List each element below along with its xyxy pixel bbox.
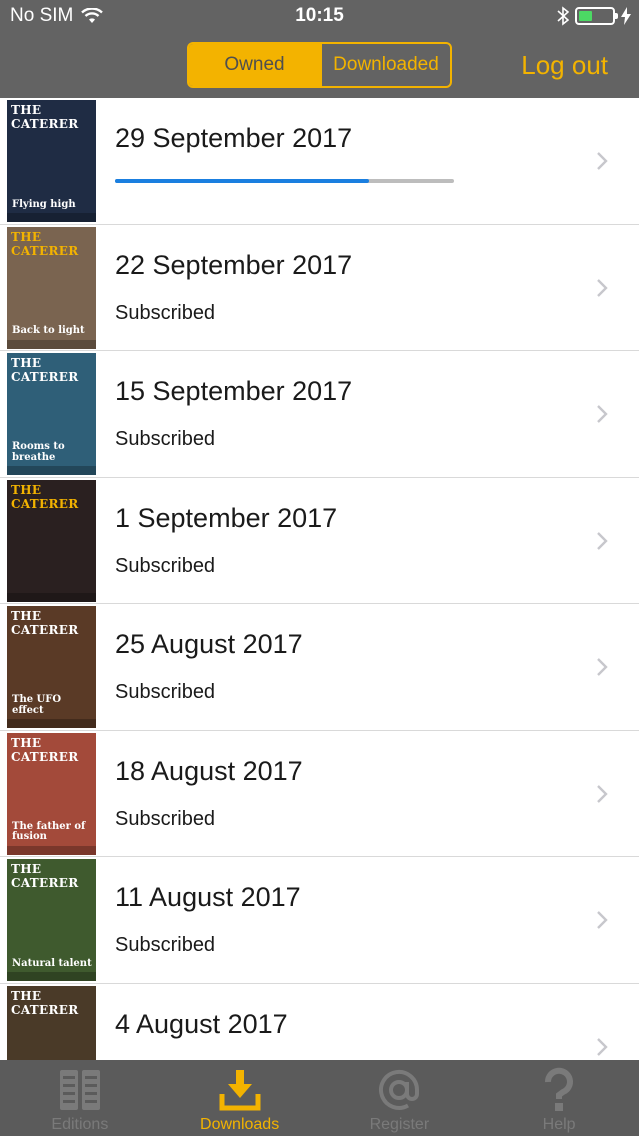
download-progress-bar <box>115 179 454 183</box>
status-bar: No SIM 10:15 <box>0 0 639 34</box>
edition-date: 4 August 2017 <box>115 1008 288 1039</box>
edition-date: 18 August 2017 <box>115 755 303 786</box>
charging-bolt-icon <box>621 7 631 25</box>
chevron-right-icon <box>597 152 608 170</box>
tab-editions[interactable]: Editions <box>0 1060 160 1136</box>
edition-status: Subscribed <box>115 301 216 324</box>
cover-headline: Back to light <box>12 325 85 336</box>
tab-label: Help <box>542 1116 576 1133</box>
cover-headline: The father of fusion <box>12 820 86 842</box>
edition-date: 15 September 2017 <box>115 376 353 406</box>
edition-status: Subscribed <box>115 681 216 703</box>
battery-icon <box>575 7 618 25</box>
cover-footer-band <box>7 845 96 855</box>
editions-icon <box>59 1070 100 1110</box>
tab-help[interactable]: Help <box>479 1060 639 1136</box>
edition-status: Subscribed <box>115 428 216 450</box>
tab-downloads[interactable]: Downloads <box>160 1060 320 1136</box>
cover-masthead: THE CATERER <box>11 356 79 384</box>
segment-owned[interactable]: Owned <box>189 44 320 86</box>
segment-downloaded[interactable]: Downloaded <box>320 44 450 86</box>
edition-date: 25 August 2017 <box>115 629 303 659</box>
edition-cover: THE CATERER Rooms to breathe <box>7 353 96 475</box>
edition-status: Subscribed <box>115 934 216 956</box>
edition-cover: THE CATERER <box>7 985 96 1060</box>
tab-label: Register <box>369 1116 430 1133</box>
logout-button[interactable]: Log out <box>521 50 608 81</box>
edition-row[interactable]: THE CATERER Flying high 29 September 201… <box>0 98 639 225</box>
owned-downloaded-segmented-control: Owned Downloaded <box>187 42 452 88</box>
header: No SIM 10:15 Owned Downloaded Log out <box>0 0 639 98</box>
cover-masthead: THE CATERER <box>11 862 79 890</box>
edition-date: 1 September 2017 <box>115 502 338 533</box>
edition-status: Subscribed <box>115 554 216 577</box>
cover-headline: Rooms to breathe <box>12 441 65 463</box>
edition-row[interactable]: THE CATERER Rooms to breathe 15 Septembe… <box>0 351 639 478</box>
cover-footer-band <box>7 213 96 222</box>
cover-footer-band <box>7 972 96 981</box>
download-icon <box>219 1070 261 1111</box>
edition-cover: THE CATERER Back to light <box>7 226 96 349</box>
tab-bar: Editions Downloads Register Help <box>0 1060 639 1136</box>
cover-masthead: THE CATERER <box>11 482 79 511</box>
cover-footer-band <box>7 339 96 349</box>
edition-cover: THE CATERER Flying high <box>7 100 96 222</box>
edition-row[interactable]: THE CATERER 4 August 2017 <box>0 983 639 1060</box>
chevron-right-icon <box>597 1037 608 1056</box>
cover-masthead: THE CATERER <box>11 609 79 637</box>
edition-date: 22 September 2017 <box>115 249 353 280</box>
bluetooth-icon <box>557 6 569 26</box>
cover-headline: The UFO effect <box>12 694 62 716</box>
edition-cover: THE CATERER The father of fusion <box>7 732 96 855</box>
edition-row[interactable]: THE CATERER Natural talent 11 August 201… <box>0 857 639 984</box>
download-progress-fill <box>115 179 370 183</box>
cover-masthead: THE CATERER <box>11 735 79 764</box>
edition-cover: THE CATERER <box>7 479 96 602</box>
question-mark-icon <box>545 1067 574 1111</box>
tab-register[interactable]: Register <box>320 1060 480 1136</box>
edition-row[interactable]: THE CATERER The father of fusion 18 Augu… <box>0 730 639 857</box>
edition-row[interactable]: THE CATERER Back to light 22 September 2… <box>0 224 639 351</box>
edition-date: 29 September 2017 <box>115 123 353 153</box>
cover-masthead: THE CATERER <box>11 988 79 1017</box>
chevron-right-icon <box>597 278 608 297</box>
cover-headline: Flying high <box>12 198 76 210</box>
edition-status: Subscribed <box>115 807 216 830</box>
cover-footer-band <box>7 592 96 602</box>
tab-label: Downloads <box>200 1116 280 1133</box>
chevron-right-icon <box>597 911 608 929</box>
tab-label: Editions <box>51 1116 109 1133</box>
cover-masthead: THE CATERER <box>11 103 79 131</box>
chevron-right-icon <box>597 784 608 803</box>
battery-fill <box>579 11 592 21</box>
cover-footer-band <box>7 719 96 728</box>
editions-list: THE CATERER Flying high 29 September 201… <box>0 98 639 1060</box>
edition-cover: THE CATERER The UFO effect <box>7 606 96 728</box>
edition-date: 11 August 2017 <box>115 882 301 912</box>
status-right <box>557 6 631 26</box>
chevron-right-icon <box>597 658 608 676</box>
edition-row[interactable]: THE CATERER The UFO effect 25 August 201… <box>0 604 639 731</box>
edition-row[interactable]: THE CATERER 1 September 2017 Subscribed <box>0 477 639 604</box>
cover-masthead: THE CATERER <box>11 229 79 258</box>
status-time: 10:15 <box>295 5 344 26</box>
chevron-right-icon <box>597 405 608 423</box>
at-sign-icon <box>379 1069 420 1110</box>
chevron-right-icon <box>597 531 608 550</box>
cover-footer-band <box>7 466 96 475</box>
edition-cover: THE CATERER Natural talent <box>7 859 96 981</box>
cover-headline: Natural talent <box>12 957 92 969</box>
